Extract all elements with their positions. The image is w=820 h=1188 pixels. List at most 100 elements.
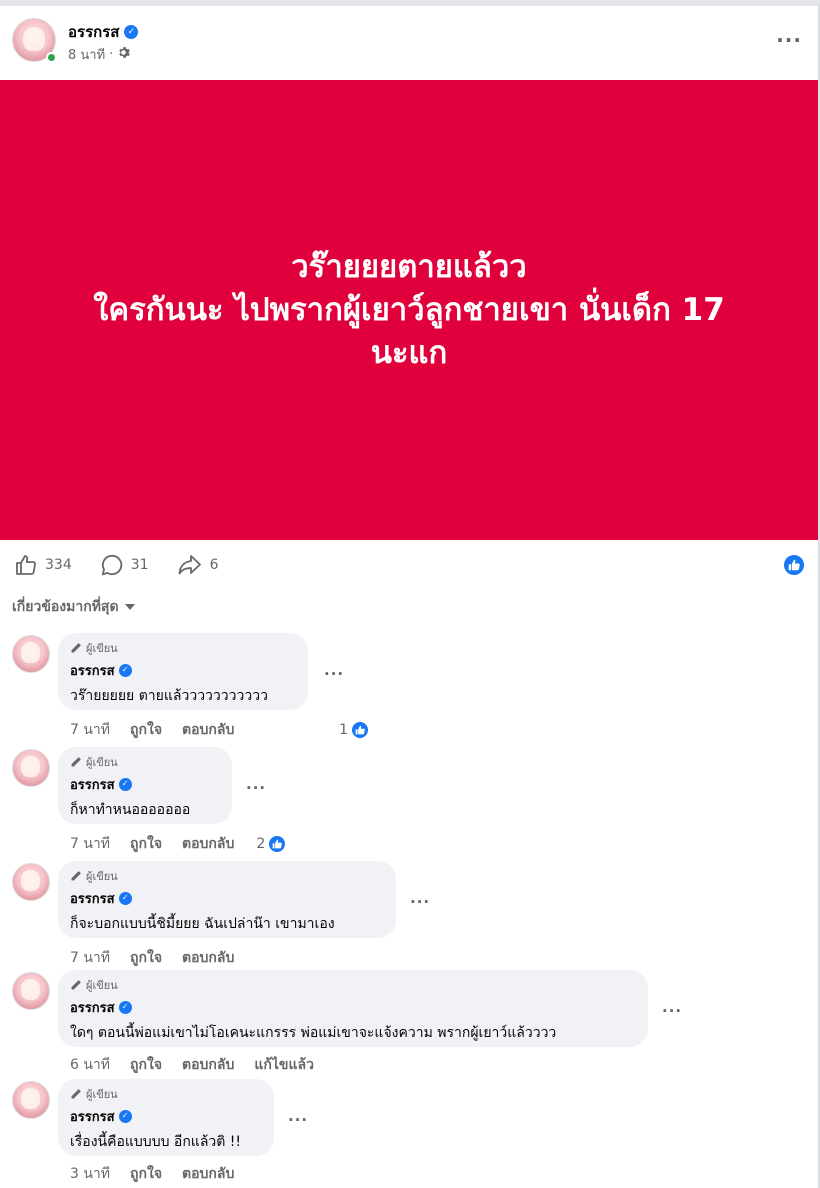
comment-time[interactable]: 7 นาที: [70, 833, 110, 855]
sort-label: เกี่ยวข้องมากที่สุด: [12, 599, 119, 615]
comment-text: วร๊ายยยยย ตายแล้ววววววววววว: [70, 688, 268, 704]
author-badge-label: ผู้เขียน: [86, 979, 118, 992]
comment-actions: 7 นาที ถูกใจ ตอบกลับ: [70, 947, 234, 969]
like-count: 334: [45, 557, 72, 573]
comment-time[interactable]: 3 นาที: [70, 1163, 110, 1185]
post-author-name[interactable]: อรรกรส: [68, 20, 119, 44]
comment-reply-button[interactable]: ตอบกลับ: [182, 1163, 234, 1185]
banner-line: วร๊ายยยตายแล้วว: [291, 248, 527, 285]
like-reaction-icon: [267, 834, 288, 854]
comment-item: ผู้เขียน อรรกรส ✓ ใดๆ ตอนนี้พ่อแม่เขาไม่…: [12, 970, 808, 1080]
comment-item: ผู้เขียน อรรกรส ✓ วร๊ายยยยย ตายแล้วววววว…: [12, 633, 808, 743]
comment-avatar[interactable]: [12, 972, 50, 1010]
author-badge-label: ผู้เขียน: [86, 870, 118, 883]
verified-icon: ✓: [118, 1109, 132, 1123]
comment-reply-button[interactable]: ตอบกลับ: [182, 833, 234, 855]
comment-avatar[interactable]: [12, 635, 50, 673]
share-count: 6: [209, 557, 219, 573]
like-reaction-icon: [350, 720, 370, 740]
comment-bubble: ผู้เขียน อรรกรส ✓ เรื่องนี้คือแบบบบ อีกแ…: [58, 1079, 274, 1156]
comment-edited-label[interactable]: แก้ไขแล้ว: [254, 1054, 314, 1076]
comment-like-button[interactable]: ถูกใจ: [130, 1054, 162, 1076]
comment-item: ผู้เขียน อรรกรส ✓ ก็หาทำหนอออออออ ··· 7 …: [12, 747, 808, 857]
comment-author[interactable]: อรรกรส ✓: [70, 1106, 262, 1127]
comment-item: ผู้เขียน อรรกรส ✓ เรื่องนี้คือแบบบบ อีกแ…: [12, 1079, 808, 1185]
comment-avatar[interactable]: [12, 863, 50, 901]
pencil-icon: [71, 757, 81, 767]
comment-more-icon[interactable]: ···: [662, 1002, 682, 1020]
comment-like-button[interactable]: ถูกใจ: [130, 833, 162, 855]
comment-more-icon[interactable]: ···: [288, 1111, 308, 1129]
comment-count: 31: [130, 557, 149, 573]
comment-icon: [101, 554, 122, 576]
comment-like-button[interactable]: ถูกใจ: [130, 947, 162, 969]
post-time[interactable]: 8 นาที: [68, 44, 105, 65]
comment-reactions[interactable]: 1: [339, 720, 370, 740]
comment-more-icon[interactable]: ···: [410, 893, 430, 911]
comment-author[interactable]: อรรกรส ✓: [70, 997, 636, 1018]
like-reaction-icon[interactable]: [784, 555, 804, 575]
banner-line: นะแก: [370, 334, 448, 371]
comment-author-name[interactable]: อรรกรส: [70, 660, 115, 681]
comment-reactions[interactable]: 2: [256, 834, 288, 854]
author-badge-label: ผู้เขียน: [86, 756, 118, 769]
reaction-count: 2: [256, 836, 266, 852]
meta-separator: ·: [109, 47, 114, 62]
comment-bubble: ผู้เขียน อรรกรส ✓ ใดๆ ตอนนี้พ่อแม่เขาไม่…: [58, 970, 648, 1047]
comment-reply-button[interactable]: ตอบกลับ: [182, 947, 234, 969]
pencil-icon: [71, 871, 81, 881]
comment-sort-dropdown[interactable]: เกี่ยวข้องมากที่สุด: [12, 596, 135, 618]
comment-more-icon[interactable]: ···: [246, 779, 266, 797]
comment-more-icon[interactable]: ···: [324, 665, 344, 683]
author-badge: ผู้เขียน: [70, 977, 636, 993]
comment-author-name[interactable]: อรรกรส: [70, 997, 115, 1018]
comment-avatar[interactable]: [12, 1081, 50, 1119]
comment-text: ใดๆ ตอนนี้พ่อแม่เขาไม่โอเคนะแกรรร พ่อแม่…: [70, 1025, 557, 1041]
share-icon: [178, 555, 201, 575]
verified-icon: ✓: [118, 663, 132, 677]
comment-author-name[interactable]: อรรกรส: [70, 888, 115, 909]
comment-author-name[interactable]: อรรกรส: [70, 1106, 115, 1127]
like-icon: [16, 555, 36, 575]
online-status-dot: [46, 52, 57, 63]
author-badge: ผู้เขียน: [70, 754, 220, 770]
comment-actions: 7 นาที ถูกใจ ตอบกลับ 2: [70, 833, 370, 855]
comment-time[interactable]: 7 นาที: [70, 947, 110, 969]
post-author[interactable]: อรรกรส ✓: [68, 20, 139, 44]
comment-reply-button[interactable]: ตอบกลับ: [182, 1054, 234, 1076]
verified-icon: ✓: [118, 777, 132, 791]
pencil-icon: [71, 643, 81, 653]
comment-actions: 6 นาที ถูกใจ ตอบกลับ แก้ไขแล้ว: [70, 1054, 314, 1076]
pencil-icon: [71, 1089, 81, 1099]
comment-button[interactable]: 31: [100, 553, 149, 577]
post-meta: 8 นาที ·: [68, 44, 131, 65]
author-badge-label: ผู้เขียน: [86, 642, 118, 655]
post-header: อรรกรส ✓ 8 นาที · ···: [12, 18, 808, 70]
verified-icon: ✓: [124, 25, 139, 39]
comment-item: ผู้เขียน อรรกรส ✓ ก็จะบอกแบบนี้ชิมี้ยยย …: [12, 861, 808, 971]
comment-author-name[interactable]: อรรกรส: [70, 774, 115, 795]
comment-time[interactable]: 6 นาที: [70, 1054, 110, 1076]
comment-time[interactable]: 7 นาที: [70, 719, 110, 741]
banner-text: วร๊ายยยตายแล้วว ใครกันนะ ไปพรากผู้เยาว์ล…: [29, 246, 789, 375]
comment-author[interactable]: อรรกรส ✓: [70, 774, 220, 795]
comment-avatar[interactable]: [12, 749, 50, 787]
reaction-count: 1: [339, 722, 348, 738]
comment-like-button[interactable]: ถูกใจ: [130, 1163, 162, 1185]
share-button[interactable]: 6: [177, 553, 219, 577]
comment-author[interactable]: อรรกรส ✓: [70, 888, 384, 909]
verified-icon: ✓: [118, 1000, 132, 1014]
author-badge: ผู้เขียน: [70, 868, 384, 884]
comment-author[interactable]: อรรกรส ✓: [70, 660, 296, 681]
verified-icon: ✓: [118, 891, 132, 905]
post-text-banner: วร๊ายยยตายแล้วว ใครกันนะ ไปพรากผู้เยาว์ล…: [0, 80, 818, 540]
settings-icon[interactable]: [117, 46, 131, 63]
like-button[interactable]: 334: [14, 553, 72, 577]
author-badge: ผู้เขียน: [70, 640, 296, 656]
comment-reply-button[interactable]: ตอบกลับ: [182, 719, 234, 741]
comment-like-button[interactable]: ถูกใจ: [130, 719, 162, 741]
comment-bubble: ผู้เขียน อรรกรส ✓ ก็หาทำหนอออออออ: [58, 747, 232, 824]
comment-text: ก็จะบอกแบบนี้ชิมี้ยยย ฉันเปล่าน๊า เขามาเ…: [70, 916, 335, 932]
post-stats: 334 31 6: [14, 551, 808, 579]
more-icon[interactable]: ···: [776, 28, 802, 52]
